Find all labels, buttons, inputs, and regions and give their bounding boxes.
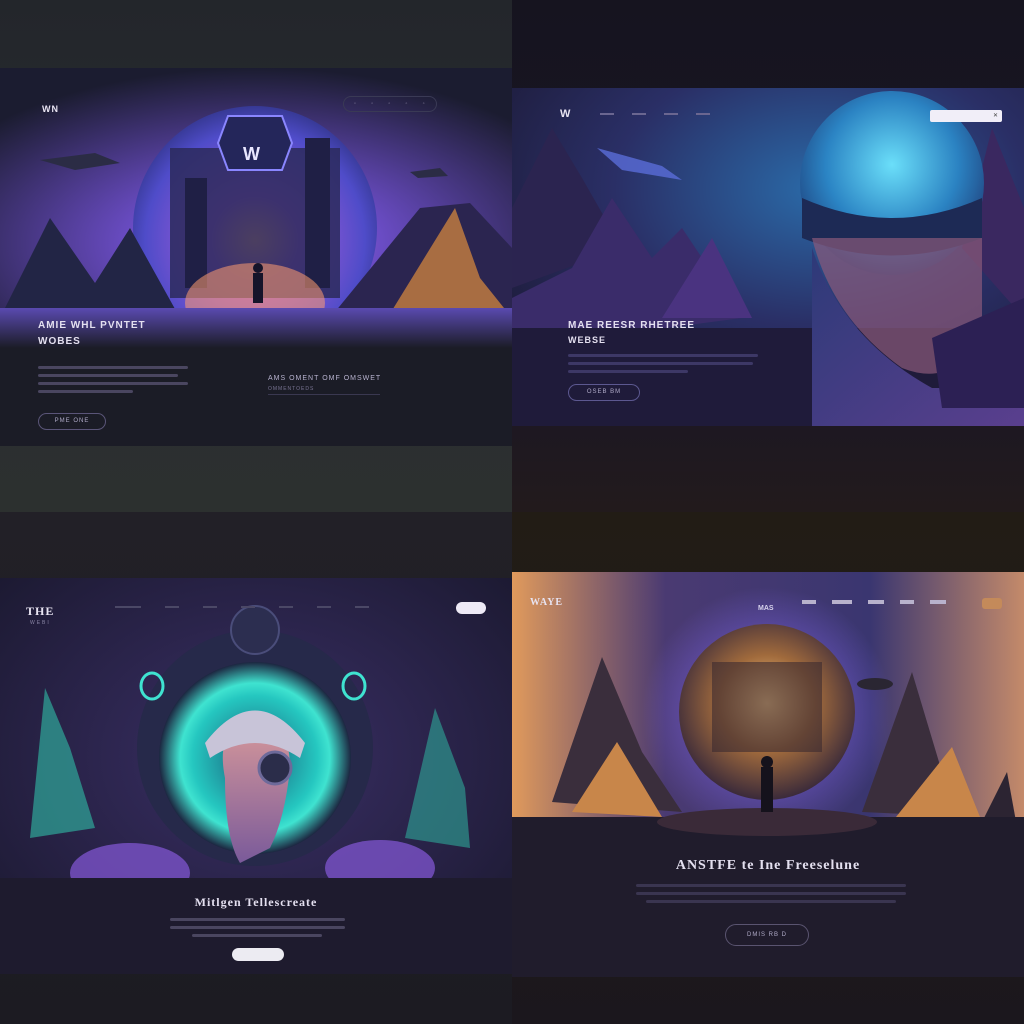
nav-item[interactable] [696,113,710,115]
landing-card: THE WEBI Mitlgen Tellescreate [0,578,512,974]
nav-item[interactable]: ◦ [354,101,357,107]
hero-body-text [38,366,188,398]
panel-bottom-left: THE WEBI Mitlgen Tellescreate [0,512,512,1024]
nav-item[interactable] [802,600,816,604]
nav-item[interactable] [317,606,331,608]
nav-item[interactable] [241,606,255,608]
top-nav [115,606,369,608]
secondary-title: AMS OMENT OMF OMSWET [268,375,382,382]
top-nav [600,113,710,115]
nav-item[interactable] [115,606,141,608]
top-nav: ◦ ◦ ◦ ◦ ◦ [343,96,437,112]
landing-card: WAYE MAS ANSTFE te Ine Freeselune DMIS R… [512,572,1024,977]
brand-logo[interactable]: THE [26,604,54,619]
cta-button[interactable] [232,948,284,961]
panel-top-left: WN ◦ ◦ ◦ ◦ ◦ W AMIE WHL PVNTET WOBES AMS… [0,0,512,512]
nav-cta-pill[interactable] [456,602,486,614]
search-input[interactable]: ✕ [930,110,1002,122]
divider [268,394,380,395]
hero-body-text [568,354,758,378]
nav-item[interactable]: ◦ [388,101,391,107]
nav-item[interactable]: ◦ [405,101,408,107]
nav-item[interactable] [930,600,946,604]
nav-item[interactable] [279,606,293,608]
cta-button[interactable]: DMIS RB D [725,924,809,946]
nav-item[interactable]: ◦ [371,101,374,107]
nav-item[interactable] [900,600,914,604]
emblem-icon: W [243,144,260,164]
search-icon: ✕ [992,113,998,119]
hero-body-text [170,918,345,942]
hero-headline-line2: WOBES [38,336,81,347]
panel-bottom-right: WAYE MAS ANSTFE te Ine Freeselune DMIS R… [512,512,1024,1024]
nav-item[interactable] [355,606,369,608]
brand-logo[interactable]: WAYE [530,597,563,608]
hero-headline-line1: MAE REESR RHETREE [568,320,696,331]
hero-illustration [0,578,512,974]
cta-button[interactable]: PME ONE [38,413,106,430]
brand-logo[interactable]: W [560,108,571,120]
hero-headline-line1: AMIE WHL PVNTET [38,320,146,331]
hero-headline-line2: WEBSE [568,335,607,345]
landing-card: W ✕ MAE REESR RHETREE WEBSE OSEB BM [512,88,1024,426]
landing-card: WN ◦ ◦ ◦ ◦ ◦ W AMIE WHL PVNTET WOBES AMS… [0,68,512,446]
cta-button[interactable]: OSEB BM [568,384,640,401]
nav-item[interactable]: ◦ [423,101,426,107]
nav-cta-pill[interactable] [982,598,1002,609]
nav-item[interactable] [664,113,678,115]
hero-headline: Mitlgen Tellescreate [194,895,318,909]
nav-item[interactable] [203,606,217,608]
hero-illustration [512,572,1024,977]
panel-top-right: W ✕ MAE REESR RHETREE WEBSE OSEB BM [512,0,1024,512]
hero-body-text [636,884,906,908]
secondary-caption: OMMENTOEDS [268,386,315,392]
nav-item[interactable] [165,606,179,608]
top-nav [802,600,946,604]
nav-item[interactable] [868,600,884,604]
hero-headline: ANSTFE te Ine Freeselune [675,858,861,873]
brand-logo[interactable]: WN [42,104,59,114]
center-badge: MAS [758,605,774,612]
nav-item[interactable] [600,113,614,115]
brand-tagline: WEBI [30,620,51,626]
nav-item[interactable] [632,113,646,115]
nav-item[interactable] [832,600,852,604]
